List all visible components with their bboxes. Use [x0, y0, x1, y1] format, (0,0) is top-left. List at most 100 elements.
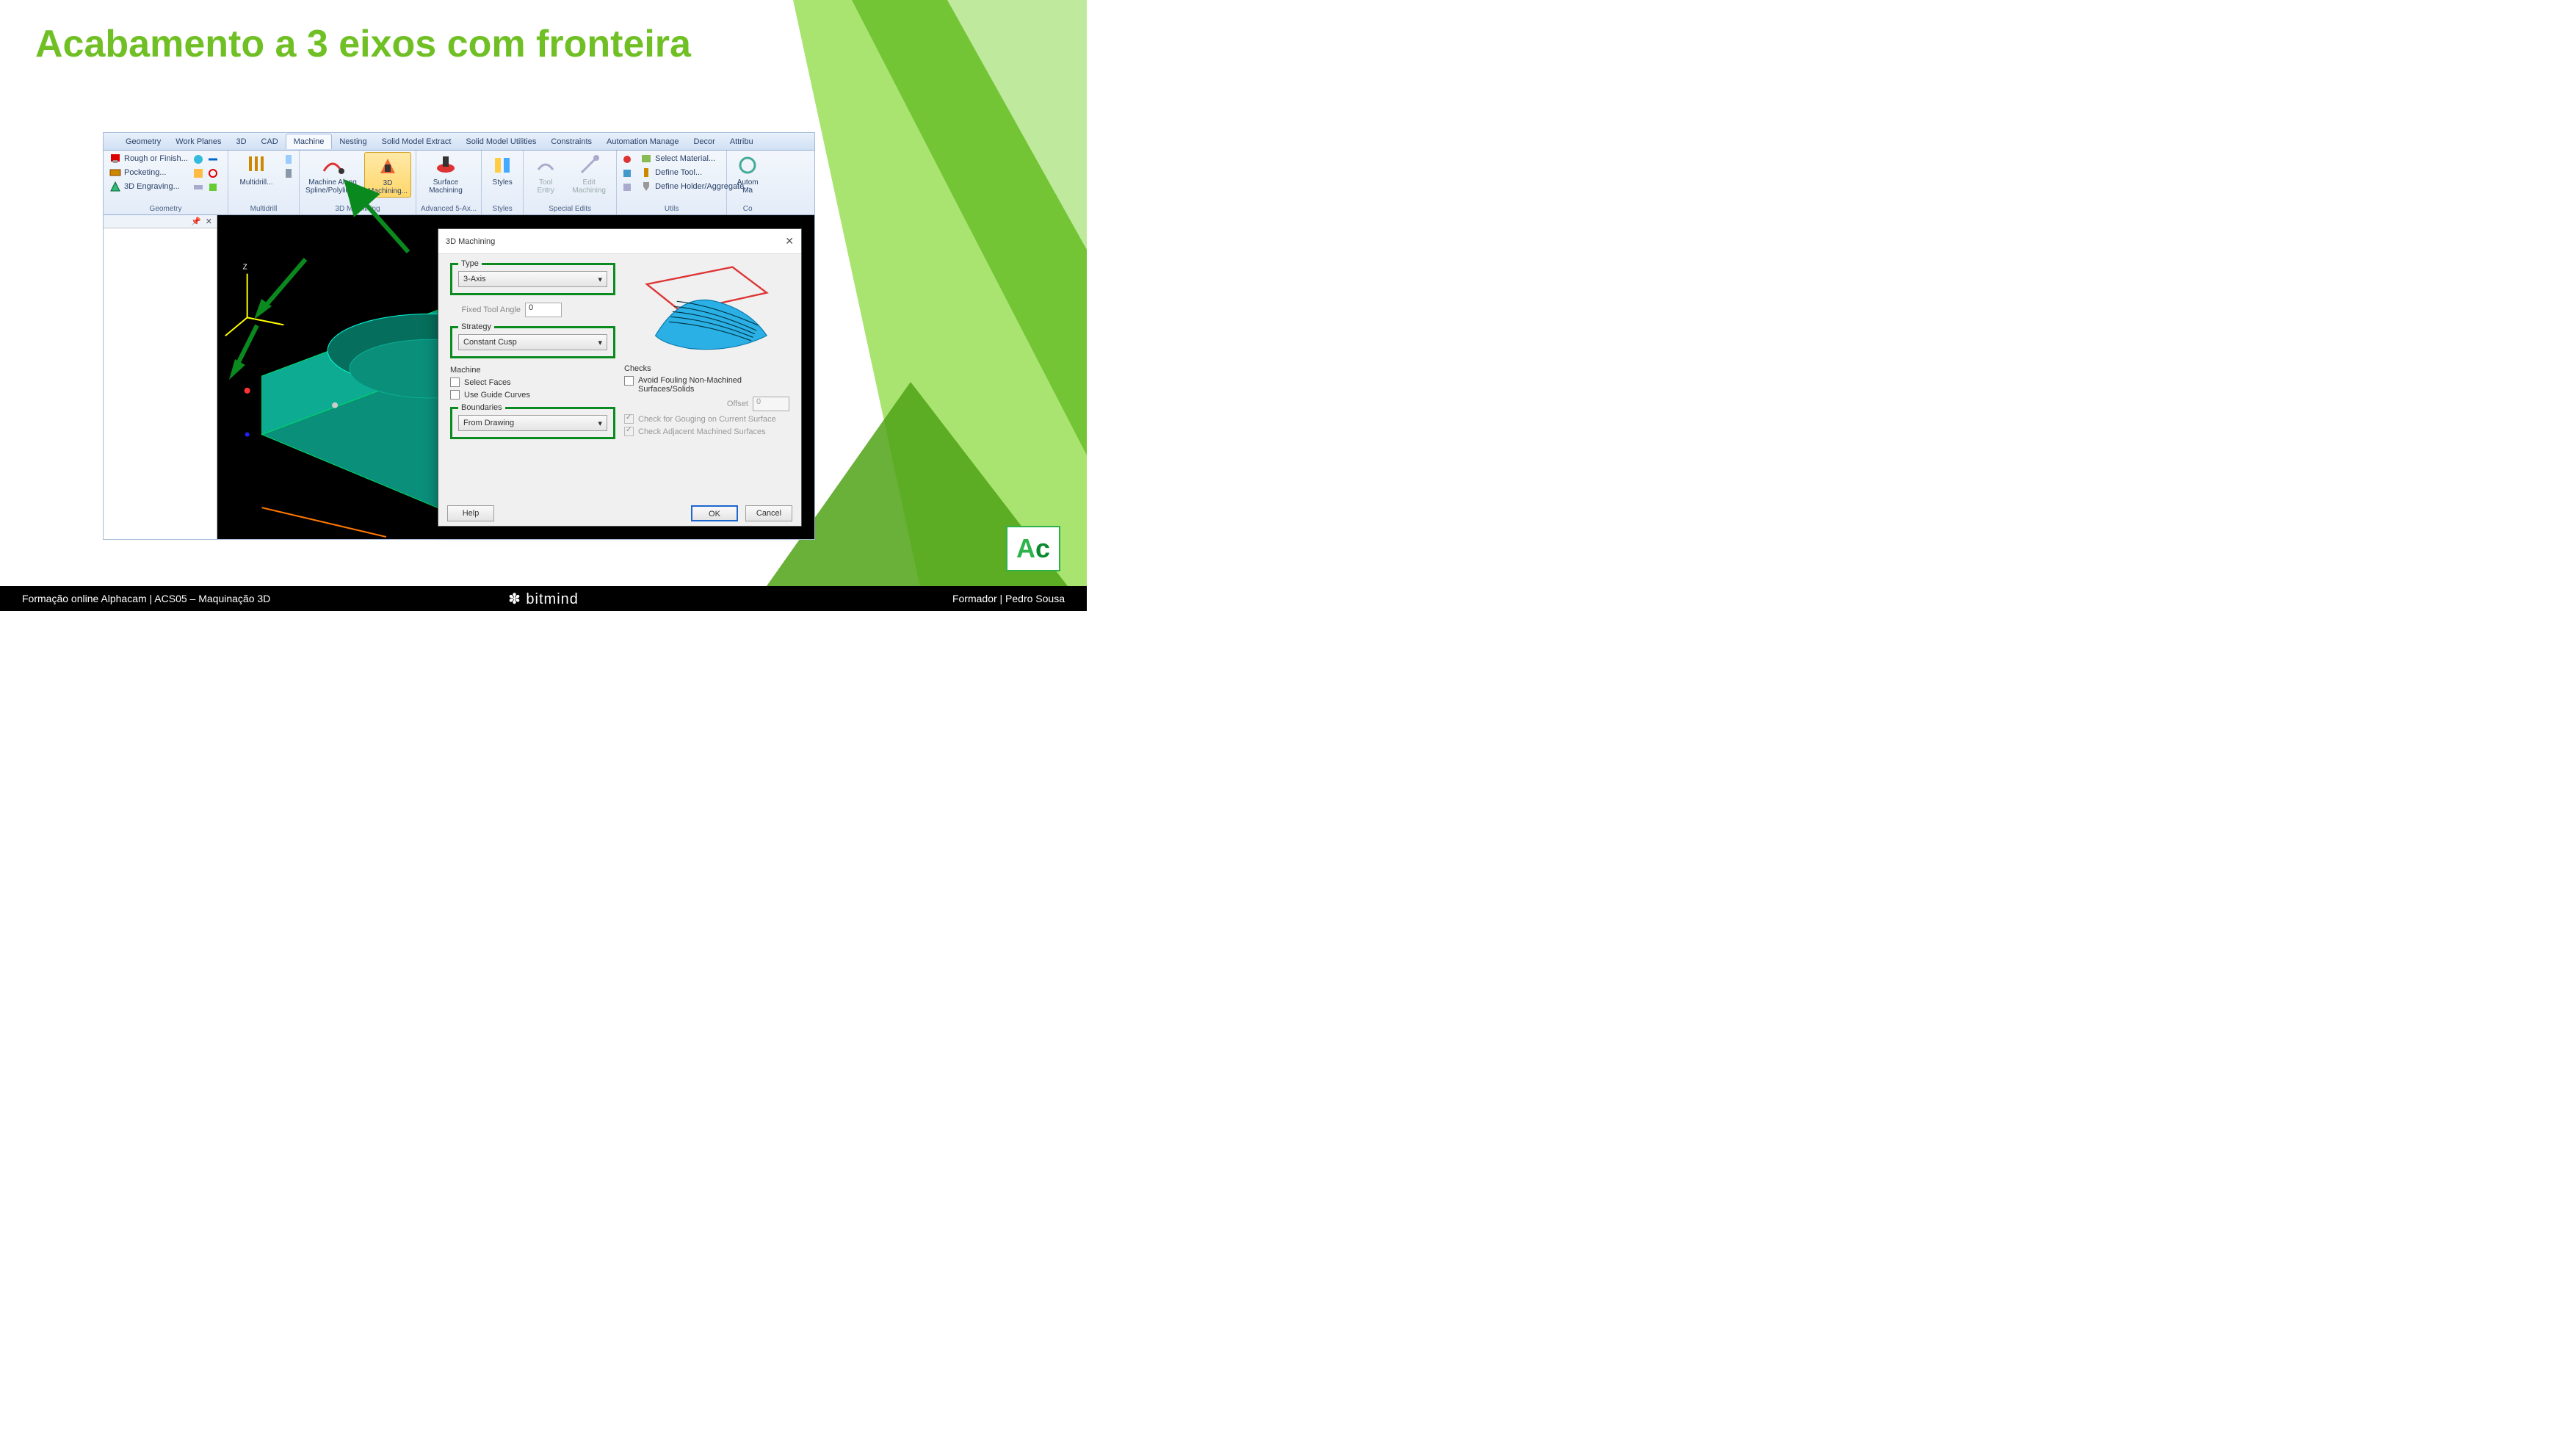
footer-right: Formador | Pedro Sousa: [952, 593, 1065, 604]
pin-icon[interactable]: 📌: [191, 217, 201, 226]
rough-or-finish-button[interactable]: Rough or Finish...: [108, 152, 189, 165]
engrave-icon: [109, 181, 121, 192]
geom-icon-d[interactable]: [207, 153, 219, 165]
group-label-special: Special Edits: [528, 203, 612, 214]
alphacam-window: Geometry Work Planes 3D CAD Machine Nest…: [103, 132, 815, 540]
machine-label: Machine: [450, 366, 615, 375]
mill-icon: [109, 153, 121, 165]
material-icon: [640, 153, 652, 165]
tool-entry-button[interactable]: Tool Entry: [528, 152, 563, 196]
3d-machining-icon: [376, 154, 399, 178]
surface-machining-button[interactable]: Surface Machining: [421, 152, 471, 196]
chevron-down-icon: ▾: [598, 419, 602, 428]
holder-icon: [640, 181, 652, 192]
slide-footer: Formação online Alphacam | ACS05 – Maqui…: [0, 586, 1087, 611]
gouge-adjacent-label: Check Adjacent Machined Surfaces: [638, 427, 766, 436]
tab-smu[interactable]: Solid Model Utilities: [458, 134, 543, 149]
offset-label: Offset: [727, 400, 748, 408]
util-icon-b[interactable]: [621, 167, 633, 179]
tab-workplanes[interactable]: Work Planes: [168, 134, 228, 149]
surface-icon: [434, 153, 457, 177]
strategy-preview: [624, 259, 789, 361]
checks-label: Checks: [624, 364, 789, 373]
strategy-select[interactable]: Constant Cusp▾: [458, 334, 607, 350]
ribbon-tabs: Geometry Work Planes 3D CAD Machine Nest…: [104, 133, 814, 151]
strategy-label: Strategy: [458, 322, 494, 331]
drill-icon-b[interactable]: [283, 167, 294, 179]
cancel-button[interactable]: Cancel: [745, 505, 792, 521]
fixed-tool-angle-input[interactable]: 0: [525, 303, 562, 317]
edit-machining-icon: [577, 153, 601, 177]
panel-pin-bar: 📌 ✕: [104, 215, 217, 228]
autom-ma-button[interactable]: Autom Ma: [731, 152, 764, 196]
tab-geometry[interactable]: Geometry: [118, 134, 168, 149]
3d-machining-dialog: 3D Machining ✕ Type 3-Axis▾ Fixed Tool A…: [438, 228, 802, 527]
select-faces-label: Select Faces: [464, 378, 511, 387]
type-select[interactable]: 3-Axis▾: [458, 271, 607, 287]
use-guide-label: Use Guide Curves: [464, 391, 530, 400]
group-label-multidrill: Multidrill: [233, 203, 294, 214]
group-label-utils: Utils: [621, 203, 722, 214]
footer-left: Formação online Alphacam | ACS05 – Maqui…: [22, 593, 270, 604]
define-tool-icon: [640, 167, 652, 178]
machine-along-spline-button[interactable]: Machine Along Spline/Polyline...: [304, 152, 361, 196]
pocketing-button[interactable]: Pocketing...: [108, 166, 189, 179]
ac-logo: Ac: [1006, 526, 1060, 571]
geom-icon-c[interactable]: [192, 181, 204, 193]
tab-cad[interactable]: CAD: [254, 134, 286, 149]
ribbon-content: Rough or Finish... Pocketing... 3D Engra…: [104, 151, 814, 215]
close-panel-icon[interactable]: ✕: [206, 217, 212, 226]
styles-button[interactable]: Styles: [486, 152, 518, 188]
geom-icon-a[interactable]: [192, 153, 204, 165]
tab-automation[interactable]: Automation Manage: [599, 134, 686, 149]
chevron-down-icon: ▾: [598, 275, 602, 284]
pocket-icon: [109, 167, 121, 178]
boundaries-label: Boundaries: [458, 403, 505, 412]
slide-title: Acabamento a 3 eixos com fronteira: [35, 22, 691, 66]
dialog-title: 3D Machining: [446, 237, 495, 246]
gouge-current-checkbox: [624, 414, 634, 424]
svg-text:Z: Z: [243, 264, 247, 272]
group-label-styles: Styles: [486, 203, 518, 214]
fixed-tool-angle-label: Fixed Tool Angle: [450, 306, 521, 314]
multidrill-icon: [245, 153, 268, 177]
offset-input: 0: [753, 397, 789, 411]
engraving-button[interactable]: 3D Engraving...: [108, 180, 189, 193]
boundaries-select[interactable]: From Drawing▾: [458, 415, 607, 431]
help-button[interactable]: Help: [447, 505, 494, 521]
side-panel: 📌 ✕: [104, 215, 217, 539]
avoid-fouling-checkbox[interactable]: [624, 376, 634, 386]
geom-icon-e[interactable]: [207, 167, 219, 179]
tab-constraints[interactable]: Constraints: [543, 134, 599, 149]
group-label-geometry: Geometry: [108, 203, 223, 214]
tab-machine[interactable]: Machine: [286, 134, 333, 149]
util-icon-c[interactable]: [621, 181, 633, 193]
ok-button[interactable]: OK: [691, 505, 738, 521]
gouge-adjacent-checkbox: [624, 427, 634, 436]
geom-icon-b[interactable]: [192, 167, 204, 179]
edit-machining-button[interactable]: Edit Machining: [566, 152, 612, 196]
type-label: Type: [458, 259, 482, 268]
tab-attribu[interactable]: Attribu: [723, 134, 761, 149]
tab-decor[interactable]: Decor: [686, 134, 722, 149]
tab-3d[interactable]: 3D: [228, 134, 253, 149]
3d-viewport[interactable]: Z: [217, 215, 814, 539]
avoid-fouling-label: Avoid Fouling Non-Machined Surfaces/Soli…: [638, 376, 789, 394]
group-label-3dmachining: 3D Machining: [304, 203, 411, 214]
drill-icon-a[interactable]: [283, 153, 294, 165]
gouge-current-label: Check for Gouging on Current Surface: [638, 415, 776, 424]
tab-sme[interactable]: Solid Model Extract: [375, 134, 459, 149]
close-icon[interactable]: ✕: [785, 235, 794, 247]
multidrill-button[interactable]: Multidrill...: [233, 152, 280, 188]
tool-entry-icon: [534, 153, 557, 177]
autom-icon: [736, 153, 759, 177]
group-label-co: Co: [731, 203, 764, 214]
tab-nesting[interactable]: Nesting: [332, 134, 374, 149]
select-faces-checkbox[interactable]: [450, 377, 460, 387]
chevron-down-icon: ▾: [598, 338, 602, 347]
3d-machining-button[interactable]: 3D Machining...: [364, 152, 411, 198]
spline-icon: [321, 153, 344, 177]
use-guide-curves-checkbox[interactable]: [450, 390, 460, 400]
geom-icon-f[interactable]: [207, 181, 219, 193]
util-icon-a[interactable]: [621, 153, 633, 165]
